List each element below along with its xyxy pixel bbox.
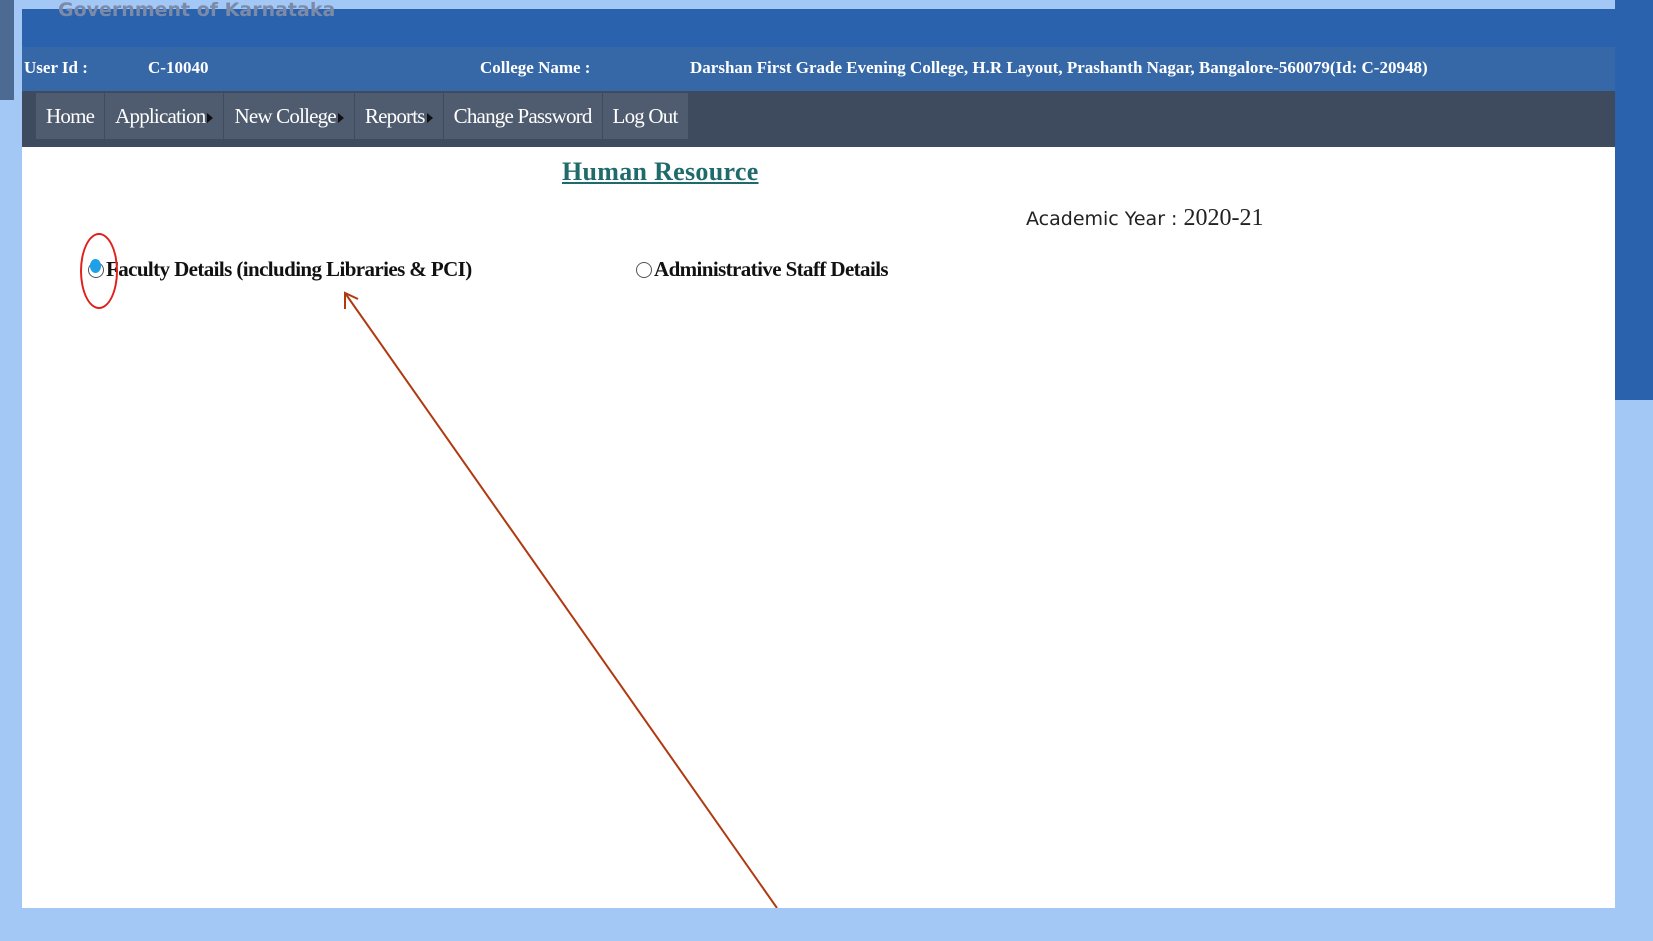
nav-change-password-label: Change Password bbox=[453, 104, 593, 128]
submenu-arrow-icon bbox=[426, 113, 433, 124]
nav-reports[interactable]: Reports bbox=[355, 93, 444, 139]
gov-header: Government of Karnataka bbox=[22, 0, 1615, 47]
nav-new-college[interactable]: New College bbox=[224, 93, 355, 139]
faculty-details-option[interactable]: Faculty Details (including Libraries & P… bbox=[88, 257, 472, 282]
page-background-right bbox=[1615, 0, 1653, 941]
nav-log-out-label: Log Out bbox=[612, 104, 679, 128]
academic-year-label: Academic Year : bbox=[1026, 208, 1178, 230]
nav-home-label: Home bbox=[46, 104, 95, 128]
nav-home[interactable]: Home bbox=[36, 93, 106, 139]
main-nav: Home Application New College Reports Cha… bbox=[22, 91, 1615, 147]
user-info-bar: User Id : C-10040 College Name : Darshan… bbox=[22, 47, 1615, 91]
academic-year-value: 2020-21 bbox=[1183, 205, 1264, 231]
app-frame: Government of Karnataka User Id : C-1004… bbox=[22, 0, 1615, 908]
nav-log-out[interactable]: Log Out bbox=[603, 93, 688, 139]
page-background-bottom bbox=[12, 908, 1653, 941]
nav-change-password[interactable]: Change Password bbox=[444, 93, 603, 139]
page-title: Human Resource bbox=[562, 157, 759, 186]
admin-staff-radio[interactable] bbox=[636, 261, 652, 278]
gov-title: Government of Karnataka bbox=[58, 0, 336, 21]
admin-staff-label: Administrative Staff Details bbox=[654, 257, 889, 281]
annotation-circle bbox=[80, 233, 118, 309]
left-window-edge bbox=[0, 0, 14, 100]
submenu-arrow-icon bbox=[337, 113, 344, 124]
page-background-left bbox=[0, 0, 12, 941]
faculty-details-label: Faculty Details (including Libraries & P… bbox=[106, 257, 472, 281]
nav-reports-label: Reports bbox=[364, 104, 426, 128]
nav-application-label: Application bbox=[115, 104, 206, 128]
academic-year: Academic Year : 2020-21 bbox=[1026, 205, 1264, 232]
submenu-arrow-icon bbox=[207, 113, 214, 124]
nav-menu: Home Application New College Reports Cha… bbox=[36, 93, 688, 139]
college-name-label: College Name : bbox=[480, 58, 591, 77]
user-id-label: User Id : bbox=[24, 58, 88, 77]
user-id-value: C-10040 bbox=[148, 58, 209, 77]
nav-application[interactable]: Application bbox=[105, 93, 225, 139]
college-name-value: Darshan First Grade Evening College, H.R… bbox=[690, 58, 1428, 77]
nav-new-college-label: New College bbox=[234, 104, 336, 128]
admin-staff-option[interactable]: Administrative Staff Details bbox=[636, 257, 889, 282]
